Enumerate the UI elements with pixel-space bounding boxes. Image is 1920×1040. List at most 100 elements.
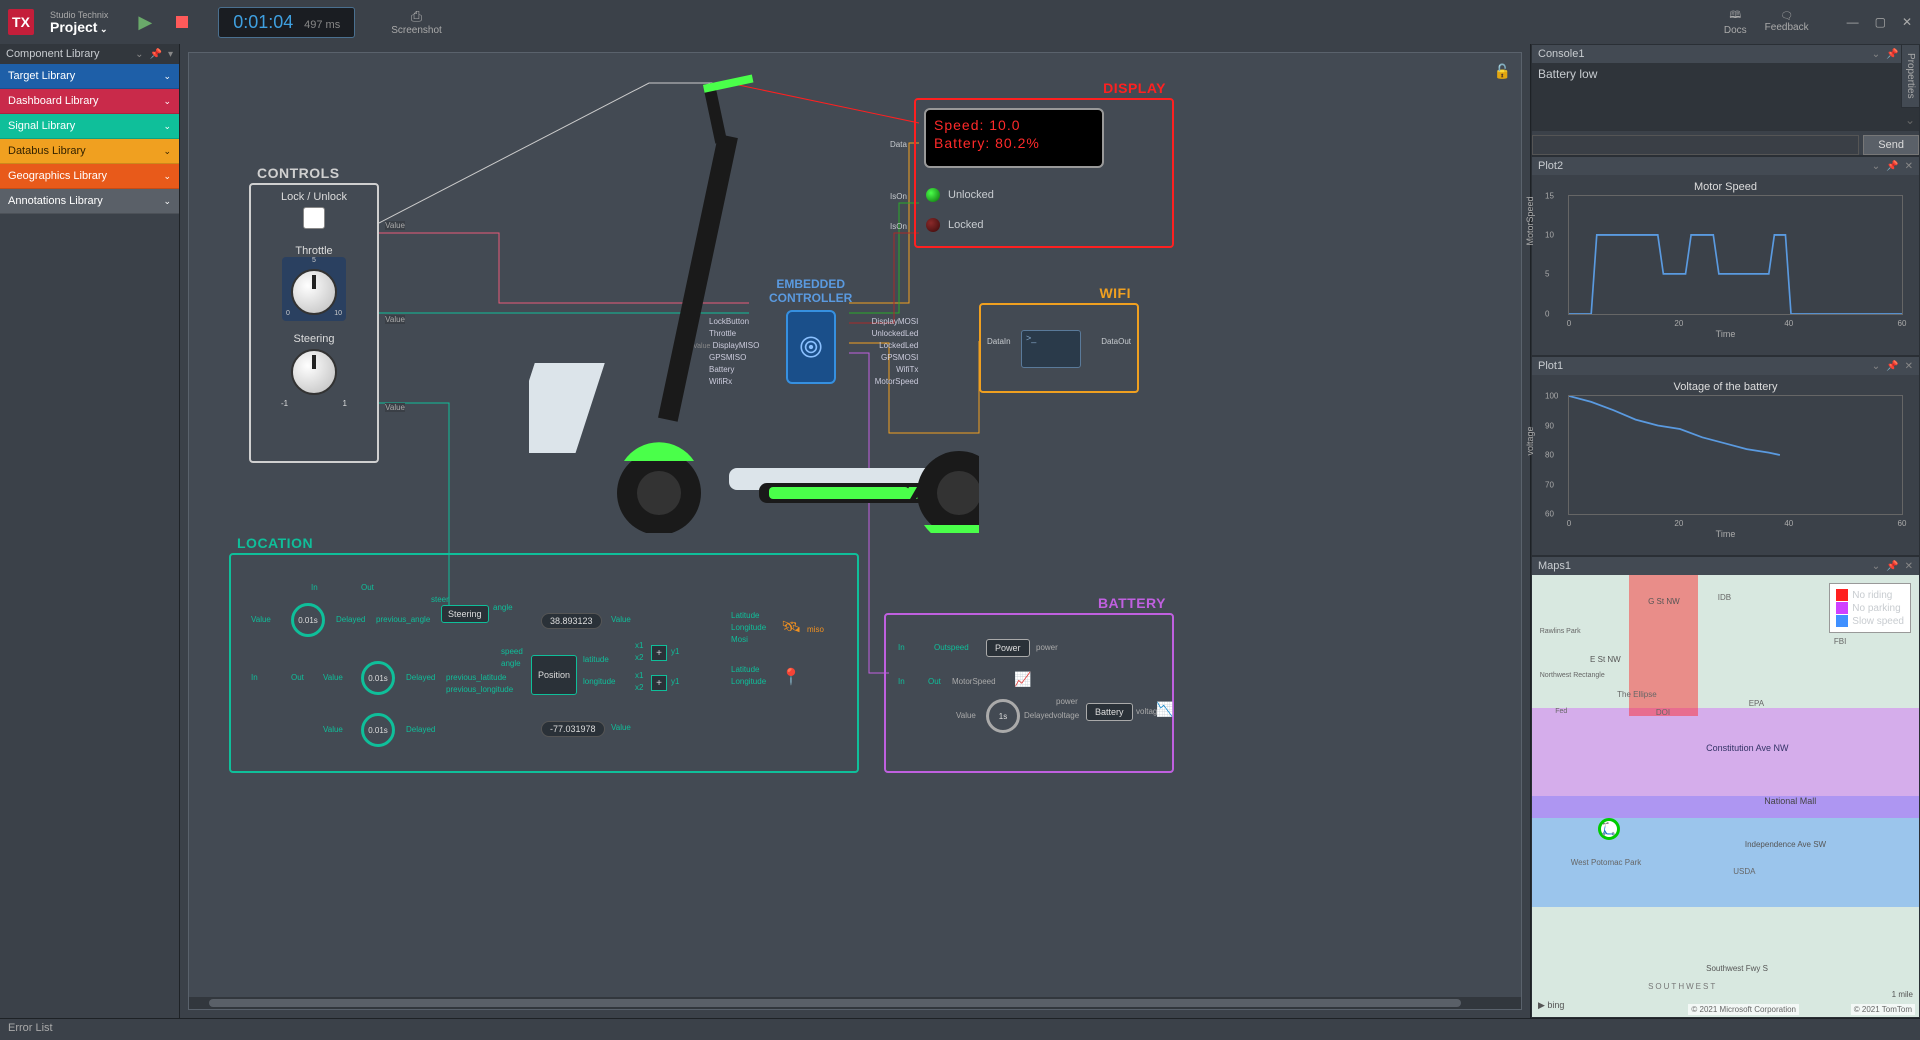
feedback-button[interactable]: 🗨Feedback — [1765, 11, 1809, 33]
plot2-ylabel: MotorSpeed — [1525, 196, 1535, 245]
stop-button[interactable] — [176, 16, 188, 28]
add2-x2: x2 — [635, 683, 643, 692]
embedded-controller[interactable]: EMBEDDEDCONTROLLER LockButton Throttle V… — [769, 277, 852, 388]
satellite-icon: 🛰 — [781, 617, 801, 637]
wifi-terminal[interactable]: >_ — [1021, 330, 1081, 368]
place-rawlins: Rawlins Park — [1540, 628, 1581, 635]
locked-led — [926, 218, 940, 232]
canvas-hscroll[interactable] — [209, 999, 1461, 1007]
bat-in-2: In — [898, 677, 905, 686]
place-fbi: FBI — [1834, 637, 1846, 646]
error-list-tab[interactable]: Error List — [8, 1022, 53, 1034]
ec-title: EMBEDDEDCONTROLLER — [769, 277, 852, 306]
unlocked-label: Unlocked — [948, 189, 994, 201]
bat-delay[interactable]: 1s — [986, 699, 1020, 733]
plot2-area[interactable]: 151050 0204060 — [1568, 195, 1903, 315]
pin-lockbutton: LockButton — [709, 317, 749, 326]
delay-node-2[interactable]: 0.01s — [361, 661, 395, 695]
panel-dropdown-icon[interactable]: ⌄ — [1872, 49, 1880, 60]
library-geographics[interactable]: Geographics Library⌄ — [0, 164, 179, 189]
steering-label: Steering — [251, 333, 377, 345]
component-library-panel: Component Library ⌄📌▾ Target Library⌄ Da… — [0, 44, 180, 1018]
steering-value-tag: Value — [385, 403, 405, 412]
lock-toggle[interactable] — [303, 207, 325, 229]
project-name: Project ⌄ — [50, 20, 108, 34]
map-legend: No riding No parking Slow speed — [1829, 583, 1911, 633]
title-bar: TX Studio Technix Project ⌄ ▶ 0:01:04 49… — [0, 0, 1920, 44]
design-canvas[interactable]: 🔓 CONTROLS Lock / Unlock — [180, 44, 1530, 1018]
maps-title[interactable]: Maps1 — [1538, 560, 1571, 572]
add1-y1: y1 — [671, 647, 679, 656]
status-bar[interactable]: Error List — [0, 1018, 1920, 1040]
send-button[interactable]: Send — [1863, 135, 1919, 155]
street-2: E St NW — [1590, 655, 1621, 664]
library-target[interactable]: Target Library⌄ — [0, 64, 179, 89]
position-node[interactable]: Position — [531, 655, 577, 695]
steering-knob[interactable] — [291, 349, 337, 395]
library-signal[interactable]: Signal Library⌄ — [0, 114, 179, 139]
adder-1[interactable]: + — [651, 645, 667, 661]
play-button[interactable]: ▶ — [138, 12, 152, 33]
pin-unlockedled: UnlockedLed — [872, 329, 919, 338]
loc-prevangle: previous_angle — [376, 615, 430, 624]
delay-node-3[interactable]: 0.01s — [361, 713, 395, 747]
plot2-title[interactable]: Plot2 — [1538, 160, 1563, 172]
docs-button[interactable]: 🕮Docs — [1724, 8, 1747, 36]
screenshot-button[interactable]: ⎙ Screenshot — [391, 8, 442, 36]
steering-node[interactable]: Steering — [441, 605, 489, 623]
loc-val-2: Value — [323, 673, 343, 682]
street-4: Independence Ave SW — [1745, 840, 1826, 849]
plot1-area[interactable]: 10090807060 0204060 — [1568, 395, 1903, 515]
chart-icon: 📈 — [1014, 671, 1031, 688]
battery-node[interactable]: Battery — [1086, 703, 1133, 721]
lonconst-val: Value — [611, 723, 631, 732]
close-button[interactable]: ✕ — [1902, 15, 1912, 29]
project-dropdown[interactable]: Studio Technix Project ⌄ — [50, 11, 108, 34]
adder-2[interactable]: + — [651, 675, 667, 691]
component-library-header[interactable]: Component Library ⌄📌▾ — [0, 44, 179, 64]
lat-const[interactable]: 38.893123 — [541, 613, 602, 629]
scroll-down-icon[interactable]: ⌄ — [1905, 113, 1915, 127]
console-input[interactable] — [1532, 135, 1859, 155]
plot1-title[interactable]: Plot1 — [1538, 360, 1563, 372]
loc-lon-out: longitude — [583, 677, 615, 686]
place-usda: USDA — [1733, 867, 1755, 876]
pin-wifitx: WifiTx — [896, 365, 918, 374]
locked-label: Locked — [948, 219, 983, 231]
minimize-button[interactable]: — — [1847, 15, 1859, 29]
scooter-map-pin: 🛴 — [1598, 818, 1620, 840]
throttle-knob[interactable]: 0 10 5 — [282, 257, 346, 321]
bat-delayvolt: Delayedvoltage — [1024, 711, 1079, 720]
console-title[interactable]: Console1 — [1538, 48, 1584, 60]
loc-speed: speed — [501, 647, 523, 656]
place-doi: DOI — [1656, 708, 1670, 717]
gps-lat-1: Latitude — [731, 611, 759, 620]
library-dashboard[interactable]: Dashboard Library⌄ — [0, 89, 179, 114]
pin-battery: Battery — [709, 365, 734, 374]
map-view[interactable]: G St NW E St NW Constitution Ave NW Inde… — [1532, 575, 1919, 1017]
led-screen: Speed: 10.0 Battery: 80.2% — [924, 108, 1104, 168]
plot1-chart-title: Voltage of the battery — [1538, 381, 1913, 393]
gps-mosi: Mosi — [731, 635, 748, 644]
ison-tag-1: IsOn — [890, 192, 907, 201]
loc-in-1: In — [311, 583, 318, 592]
canvas-lock-icon[interactable]: 🔓 — [1494, 63, 1511, 80]
maximize-button[interactable]: ▢ — [1875, 15, 1886, 29]
console-panel: Console1⌄📌✕ Battery low ⌃ ⌄ Send — [1531, 44, 1920, 156]
pin-displaymosi: DisplayMOSI — [872, 317, 919, 326]
power-node[interactable]: Power — [986, 639, 1030, 657]
loc-prevlat: previous_latitude — [446, 673, 506, 682]
location-title: LOCATION — [237, 535, 313, 551]
properties-tab[interactable]: Properties — [1901, 44, 1920, 108]
library-annotations[interactable]: Annotations Library⌄ — [0, 189, 179, 214]
lon-const[interactable]: -77.031978 — [541, 721, 605, 737]
loc-in-2: In — [251, 673, 258, 682]
delay-node-1[interactable]: 0.01s — [291, 603, 325, 637]
bat-outspeed: Outspeed — [934, 643, 969, 652]
pin-icon[interactable]: 📌 — [1886, 49, 1898, 60]
place-epa: EPA — [1749, 699, 1764, 708]
book-icon: 🕮 — [1724, 8, 1747, 25]
datain-tag: DataIn — [987, 337, 1011, 346]
library-databus[interactable]: Databus Library⌄ — [0, 139, 179, 164]
bat-motorspeed: MotorSpeed — [952, 677, 996, 686]
